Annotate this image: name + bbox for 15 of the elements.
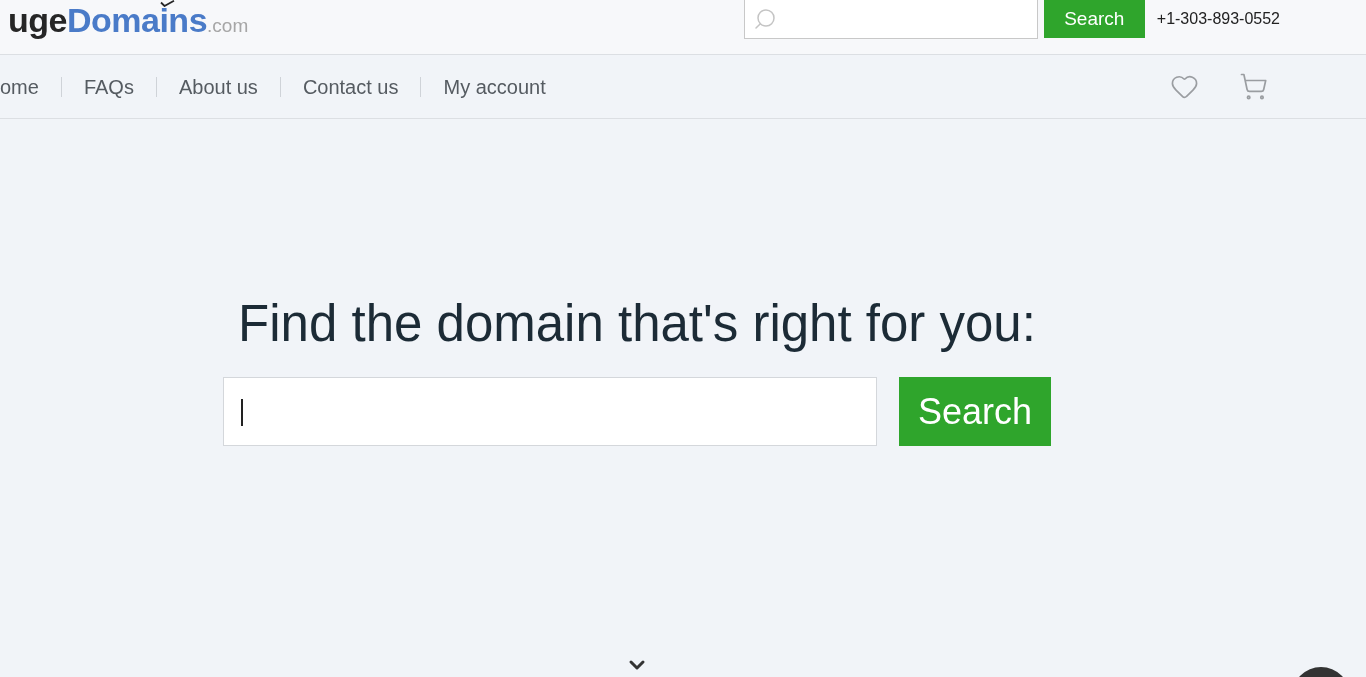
nav-link[interactable]: FAQs <box>83 71 134 102</box>
domain-search-field[interactable] <box>223 377 877 446</box>
logo-text[interactable]: ugeDomains.com <box>8 1 249 45</box>
phone-number[interactable]: +1-303-893-0552 <box>1156 9 1280 28</box>
nav-link[interactable]: ome <box>0 71 39 102</box>
search-button[interactable]: Search <box>899 377 1051 446</box>
search-field[interactable] <box>743 0 1038 39</box>
nav-link[interactable]: Contact us <box>302 71 399 102</box>
hero-title: Find the domain that's right for you: <box>238 295 1036 353</box>
search-button[interactable]: Search <box>1043 0 1145 38</box>
checkmark-icon <box>160 0 175 7</box>
cart-icon[interactable] <box>1239 72 1268 101</box>
search-icon <box>752 7 777 31</box>
nav-link[interactable]: About us <box>178 71 258 102</box>
nav-link[interactable]: My account <box>443 71 546 102</box>
